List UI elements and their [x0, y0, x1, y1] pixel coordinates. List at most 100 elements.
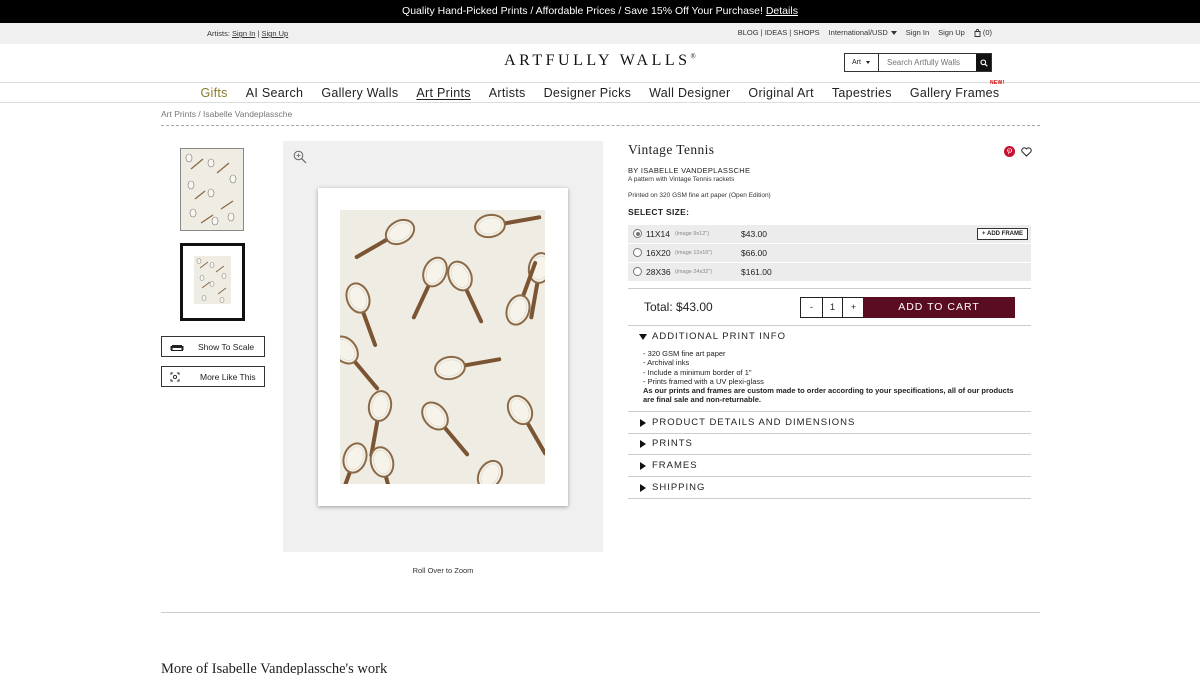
- nav-gallery-walls[interactable]: Gallery Walls: [321, 83, 398, 103]
- triangle-right-icon: [640, 462, 646, 470]
- info-line: - Prints framed with a UV plexi-glass: [643, 376, 764, 386]
- add-frame-button[interactable]: + ADD FRAME: [977, 228, 1028, 240]
- info-line: - 320 GSM fine art paper: [643, 349, 726, 358]
- total-price: Total: $43.00: [644, 300, 713, 314]
- size-price: $161.00: [741, 267, 772, 277]
- search-button[interactable]: [976, 54, 991, 71]
- info-line: - Include a minimum border of 1": [643, 367, 752, 377]
- site-logo[interactable]: ARTFULLY WALLS®: [0, 52, 1200, 70]
- nav-tapestries[interactable]: Tapestries: [832, 83, 892, 103]
- zoom-button[interactable]: [293, 150, 307, 169]
- blog-ideas-shops-links[interactable]: BLOG | IDEAS | SHOPS: [738, 28, 820, 37]
- product-image-viewer[interactable]: [283, 141, 603, 552]
- wishlist-button[interactable]: [1021, 144, 1032, 162]
- roll-over-hint: Roll Over to Zoom: [412, 566, 474, 575]
- qty-decrease-button[interactable]: -: [801, 298, 822, 317]
- divider: [628, 288, 1031, 289]
- product-actions: [1004, 144, 1032, 162]
- thumbnail-unframed[interactable]: [180, 148, 244, 231]
- artists-label: Artists:: [207, 29, 233, 38]
- search-bar: Art: [844, 53, 992, 72]
- nav-art-prints[interactable]: Art Prints: [416, 83, 470, 103]
- nav-designer-picks[interactable]: Designer Picks: [544, 83, 632, 103]
- promo-details-link[interactable]: Details: [766, 5, 798, 17]
- cart-link[interactable]: (0): [974, 28, 992, 37]
- pinterest-icon: [1004, 146, 1015, 157]
- promo-text: Quality Hand-Picked Prints / Affordable …: [402, 5, 766, 17]
- nav-gallery-frames[interactable]: Gallery Frames NEW!: [909, 80, 1004, 103]
- size-option-11x14[interactable]: 11X14 (image 9x12") $43.00 + ADD FRAME: [628, 225, 1031, 243]
- size-radio[interactable]: [633, 229, 642, 238]
- nav-gallery-frames-label: Gallery Frames: [909, 86, 1000, 100]
- artists-login: Artists: Sign In | Sign Up: [207, 29, 288, 38]
- accordion-title: PRODUCT DETAILS AND DIMENSIONS: [652, 417, 856, 428]
- size-radio[interactable]: [633, 248, 642, 257]
- pattern-thumbnail-image: [185, 153, 237, 226]
- accordion-shipping: SHIPPING: [628, 477, 1031, 499]
- size-option-16x20[interactable]: 16X20 (image 12x16") $66.00: [628, 244, 1031, 262]
- chevron-down-icon: [865, 60, 870, 64]
- artists-sign-up-link[interactable]: Sign Up: [262, 29, 289, 38]
- main-nav: Gifts AI Search Gallery Walls Art Prints…: [0, 80, 1200, 103]
- quantity-stepper: - 1 +: [800, 297, 865, 318]
- qty-input[interactable]: 1: [822, 298, 843, 317]
- accordion-toggle[interactable]: ADDITIONAL PRINT INFO: [628, 326, 1031, 348]
- cart-count: (0): [982, 28, 992, 37]
- sign-up-link[interactable]: Sign Up: [938, 28, 965, 37]
- framed-thumbnail-image: [194, 256, 231, 304]
- search-category-select[interactable]: Art: [845, 54, 879, 71]
- currency-selector[interactable]: International/USD: [829, 28, 897, 37]
- show-to-scale-label: Show To Scale: [198, 341, 255, 352]
- accordion-toggle[interactable]: SHIPPING: [628, 477, 1031, 499]
- size-name: 11X14: [646, 229, 670, 239]
- accordion-prints: PRINTS: [628, 433, 1031, 455]
- size-price: $43.00: [741, 229, 767, 239]
- size-image-dims: (image 24x32"): [675, 269, 713, 275]
- add-to-cart-button[interactable]: ADD TO CART: [863, 297, 1015, 318]
- qty-increase-button[interactable]: +: [843, 298, 864, 317]
- sign-in-link[interactable]: Sign In: [906, 28, 929, 37]
- product-artwork: [340, 210, 545, 484]
- accordion-toggle[interactable]: FRAMES: [628, 455, 1031, 477]
- artists-sign-in-link[interactable]: Sign In: [232, 29, 255, 38]
- size-image-dims: (image 9x12"): [675, 231, 710, 237]
- size-radio[interactable]: [633, 267, 642, 276]
- new-badge: NEW!: [989, 80, 1005, 86]
- focus-icon: [170, 372, 180, 381]
- artist-byline[interactable]: BY ISABELLE VANDEPLASSCHE: [628, 166, 750, 175]
- size-name: 28X36: [646, 267, 671, 277]
- nav-original-art[interactable]: Original Art: [748, 83, 813, 103]
- sofa-icon: [170, 344, 184, 351]
- pinterest-button[interactable]: [1004, 144, 1015, 162]
- divider: [161, 125, 1040, 126]
- show-to-scale-button[interactable]: Show To Scale: [161, 336, 265, 357]
- accordion-additional-print-info: ADDITIONAL PRINT INFO: [628, 326, 1031, 348]
- accordion-toggle[interactable]: PRODUCT DETAILS AND DIMENSIONS: [628, 412, 1031, 434]
- accordion-toggle[interactable]: PRINTS: [628, 433, 1031, 455]
- size-option-28x36[interactable]: 28X36 (image 24x32") $161.00: [628, 263, 1031, 281]
- breadcrumb[interactable]: Art Prints / Isabelle Vandeplassche: [161, 109, 292, 119]
- search-icon: [979, 58, 988, 67]
- size-options: 11X14 (image 9x12") $43.00 + ADD FRAME 1…: [628, 225, 1031, 282]
- product-title: Vintage Tennis: [628, 142, 715, 157]
- size-name: 16X20: [646, 248, 671, 258]
- nav-wall-designer[interactable]: Wall Designer: [649, 83, 730, 103]
- nav-gifts[interactable]: Gifts: [201, 83, 228, 103]
- accordion-product-details: PRODUCT DETAILS AND DIMENSIONS: [628, 411, 1031, 434]
- triangle-right-icon: [640, 484, 646, 492]
- more-work-heading: More of Isabelle Vandeplassche's work: [161, 661, 388, 675]
- nav-ai-search[interactable]: AI Search: [246, 83, 304, 103]
- zoom-icon: [293, 150, 307, 164]
- promo-bar: Quality Hand-Picked Prints / Affordable …: [0, 0, 1200, 23]
- heart-icon: [1021, 147, 1032, 157]
- final-sale-notice: As our prints and frames are custom made…: [643, 386, 1014, 405]
- size-price: $66.00: [741, 248, 767, 258]
- nav-artists[interactable]: Artists: [489, 83, 526, 103]
- thumbnail-framed[interactable]: [180, 243, 245, 321]
- triangle-right-icon: [640, 440, 646, 448]
- triangle-right-icon: [640, 419, 646, 427]
- more-like-this-button[interactable]: More Like This: [161, 366, 265, 387]
- search-input[interactable]: [879, 54, 976, 71]
- select-size-label: SELECT SIZE:: [628, 207, 690, 217]
- product-print-mat: [318, 188, 568, 506]
